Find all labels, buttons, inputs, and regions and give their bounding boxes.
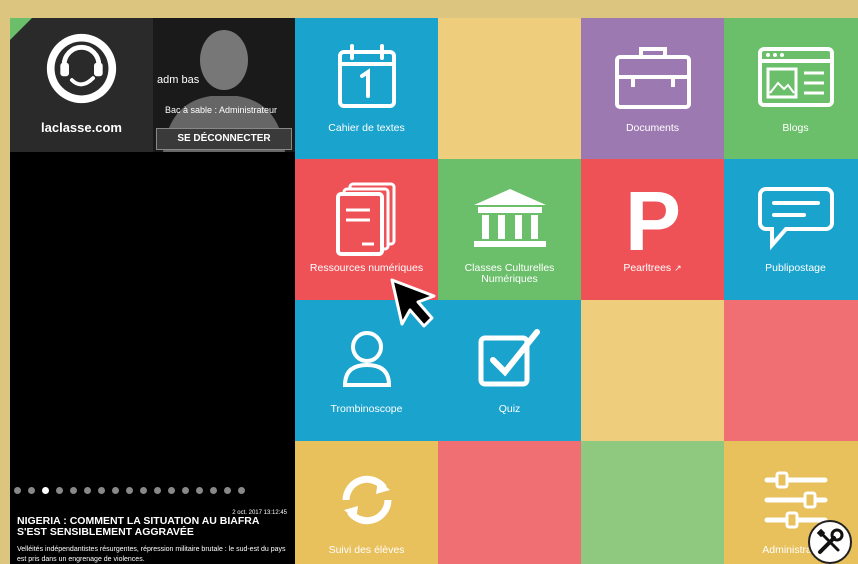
wrench-screwdriver-icon	[816, 528, 844, 554]
tile-label: Cahier de textes	[328, 122, 405, 134]
news-title[interactable]: Nigeria : comment la situation au Biafra…	[17, 516, 287, 538]
tile-label: Quiz	[498, 403, 521, 415]
svg-text:P: P	[624, 178, 680, 258]
tile-documents[interactable]: Documents	[581, 18, 724, 159]
sync-icon	[342, 475, 391, 525]
carousel-dot[interactable]	[42, 487, 49, 494]
tile-publipostage[interactable]: Publipostage	[724, 159, 858, 300]
tile-label: Suivi des élèves	[328, 544, 405, 556]
browser-icon	[757, 47, 834, 107]
tile-pearltrees[interactable]: P Pearltrees ↗	[581, 159, 724, 300]
tile-label: Trombinoscope	[330, 403, 403, 415]
carousel-dot[interactable]	[140, 487, 147, 494]
carousel-dot[interactable]	[56, 487, 63, 494]
logout-button[interactable]: SE DÉCONNECTER	[156, 128, 292, 150]
user-name: adm bas	[157, 74, 200, 86]
tile-label: Documents	[625, 122, 680, 134]
carousel-dot[interactable]	[84, 487, 91, 494]
chat-icon	[757, 187, 834, 251]
carousel-dot[interactable]	[154, 487, 161, 494]
carousel-dot[interactable]	[126, 487, 133, 494]
checkbox-icon	[478, 329, 540, 387]
carousel-dot[interactable]	[168, 487, 175, 494]
carousel-dot[interactable]	[224, 487, 231, 494]
carousel-dots	[14, 487, 294, 495]
carousel-dot[interactable]	[70, 487, 77, 494]
tile-empty	[581, 300, 724, 441]
carousel-dot[interactable]	[182, 487, 189, 494]
tile-label: Ressources numériques	[309, 262, 424, 274]
carousel-dot[interactable]	[210, 487, 217, 494]
external-link-icon: ↗	[674, 263, 682, 273]
user-role: Bac à sable : Administrateur	[165, 105, 278, 115]
logo-corner-flag	[10, 18, 32, 40]
mouse-cursor-icon	[390, 278, 436, 328]
tile-label: Pearltrees ↗	[623, 262, 682, 274]
books-icon	[335, 182, 395, 256]
tile-label: Classes Culturelles Numériques	[464, 262, 555, 285]
tile-suivi-des-eleves[interactable]: Suivi des élèves	[295, 441, 438, 564]
logo-box[interactable]: laclasse.com	[10, 18, 153, 152]
tile-label: Blogs	[782, 122, 809, 134]
carousel-dot[interactable]	[238, 487, 245, 494]
tile-cahier-de-textes[interactable]: Cahier de textes	[295, 18, 438, 159]
tile-empty	[724, 300, 858, 441]
carousel-dot[interactable]	[14, 487, 21, 494]
left-panel: laclasse.com adm bas Bac à sable : Admin…	[10, 18, 295, 564]
briefcase-icon	[614, 47, 691, 109]
tile-blogs[interactable]: Blogs	[724, 18, 858, 159]
tile-empty	[581, 441, 724, 564]
laclasse-logo-icon	[46, 33, 117, 104]
carousel-dot[interactable]	[28, 487, 35, 494]
carousel-dot[interactable]	[112, 487, 119, 494]
tile-label: Publipostage	[765, 262, 826, 274]
calendar-icon	[337, 44, 396, 108]
museum-icon	[473, 189, 546, 247]
tile-empty	[438, 441, 581, 564]
user-icon	[342, 331, 391, 387]
user-box: adm bas Bac à sable : Administrateur SE …	[153, 18, 295, 152]
news-body: Velléités indépendantistes résurgentes, …	[17, 546, 286, 563]
carousel-dot[interactable]	[196, 487, 203, 494]
tile-quiz[interactable]: Quiz	[438, 300, 581, 441]
tile-empty	[438, 18, 581, 159]
carousel-dot[interactable]	[98, 487, 105, 494]
tile-classes-culturelles[interactable]: Classes Culturelles Numériques	[438, 159, 581, 300]
tools-button[interactable]	[808, 520, 852, 564]
pearltrees-icon: P	[624, 178, 680, 258]
brand-name: laclasse.com	[41, 120, 122, 135]
